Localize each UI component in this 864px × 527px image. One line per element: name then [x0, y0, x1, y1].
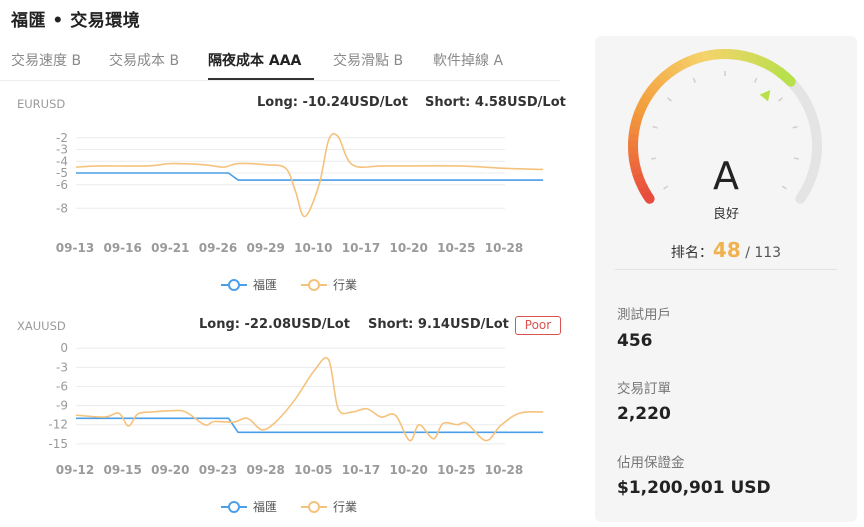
gauge-fill-segment: [707, 49, 717, 61]
y-tick-label: -6: [56, 379, 68, 393]
x-tick-label: 09-12: [56, 463, 94, 477]
score-card: A 良好 排名：48 / 113 測試用戶 456 交易訂單 2,220 佔用保…: [595, 36, 857, 522]
rank-display: 排名：48 / 113: [595, 238, 857, 262]
legend-label-industry-2: 行業: [333, 500, 358, 514]
x-tick-label: 10-17: [342, 463, 380, 477]
x-tick-label: 10-25: [437, 463, 475, 477]
legend-item-fxcm-2[interactable]: 福匯: [221, 498, 277, 515]
y-tick-label: -9: [56, 399, 68, 413]
y-tick-label: 0: [60, 341, 68, 355]
stat-value-orders: 2,220: [617, 404, 671, 424]
gauge-tick: [753, 77, 758, 83]
x-tick-label: 09-23: [199, 463, 237, 477]
stat-label-margin: 佔用保證金: [617, 455, 685, 471]
gauge-fill-segment: [633, 104, 647, 116]
legend-item-industry-2[interactable]: 行業: [301, 498, 357, 515]
rank-label: 排名：: [670, 245, 713, 261]
xauusd-legend: 福匯 行業: [221, 498, 381, 515]
gauge-fill-segment: [728, 49, 738, 60]
gauge-fill-segment: [668, 62, 681, 76]
gauge-fill-segment: [759, 57, 772, 70]
x-tick-label: 10-28: [485, 463, 523, 477]
x-tick-label: 10-05: [294, 463, 332, 477]
gauge-fill-segment: [687, 53, 698, 66]
x-tick-label: 09-20: [151, 463, 189, 477]
gauge-fill-segment: [652, 75, 665, 89]
rank-total: / 113: [745, 245, 782, 261]
gauge-fill-segment: [628, 132, 639, 142]
gauge-fill-segment: [700, 50, 711, 62]
gauge-fill-segment: [631, 111, 644, 123]
grade-description: 良好: [712, 207, 739, 222]
y-tick-label: -3: [56, 360, 68, 374]
stat-value-users: 456: [617, 331, 653, 351]
gauge-tick: [652, 125, 658, 129]
x-tick-label: 09-28: [246, 463, 284, 477]
legend-label-fxcm-2: 福匯: [253, 500, 278, 514]
rank-value: 48: [712, 238, 741, 262]
gauge-tick: [667, 97, 672, 102]
gauge-fill-segment: [735, 49, 745, 61]
y-tick-label: -15: [48, 437, 68, 451]
x-tick-label: 09-15: [103, 463, 141, 477]
gauge-fill-segment: [630, 118, 642, 129]
stat-label-orders: 交易訂單: [617, 381, 671, 397]
gauge-fill-segment: [771, 63, 784, 77]
gauge-fill-segment: [647, 80, 661, 94]
gauge-fill-segment: [657, 71, 670, 84]
gauge-tick: [792, 125, 798, 129]
grade-letter: A: [713, 154, 739, 198]
gauge-fill-segment: [780, 71, 796, 87]
gauge-fill-segment: [636, 98, 650, 110]
stat-label-users: 測試用戶: [617, 307, 671, 323]
gauge-fill-segment: [693, 51, 705, 64]
series-line-industry: [75, 356, 544, 442]
gauge-fill-segment: [674, 59, 687, 72]
gauge-fill-segment: [765, 60, 778, 73]
card-divider: [615, 269, 837, 270]
gauge-fill-segment: [643, 86, 657, 99]
y-tick-label: -12: [48, 418, 68, 432]
gauge-pointer-icon: [759, 90, 771, 102]
x-tick-label: 10-20: [389, 463, 427, 477]
gauge-fill-segment: [753, 54, 765, 67]
gauge-fill-segment: [747, 52, 759, 65]
gauge-fill-segment: [741, 50, 752, 63]
gauge-tick: [778, 97, 783, 102]
gauge-fill-segment: [662, 66, 675, 80]
xauusd-chart: 0 -3 -6 -9 -12 -15 09-12 09-15 09-20 09-23 09-28 10…: [48, 341, 544, 477]
gauge-tick: [692, 77, 697, 83]
stat-value-margin: $1,200,901 USD: [617, 478, 771, 498]
gauge-fill-segment: [680, 56, 692, 69]
gauge-fill-segment: [639, 92, 653, 105]
gauge-fill-segment: [628, 125, 641, 135]
